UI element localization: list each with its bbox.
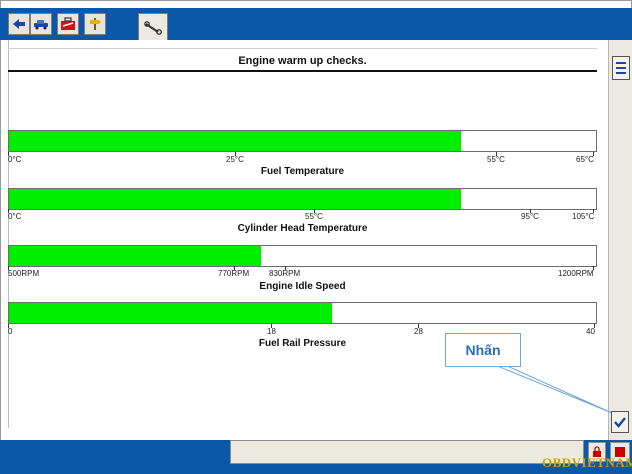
callout-pointer xyxy=(494,364,613,414)
watermark: OBDVIETNAM xyxy=(542,455,632,470)
status-field xyxy=(230,440,584,464)
list-button[interactable] xyxy=(612,56,630,80)
list-icon xyxy=(616,62,626,74)
checkmark-icon xyxy=(614,417,626,428)
callout-box: Nhấn xyxy=(445,333,521,367)
confirm-button[interactable] xyxy=(611,411,629,433)
